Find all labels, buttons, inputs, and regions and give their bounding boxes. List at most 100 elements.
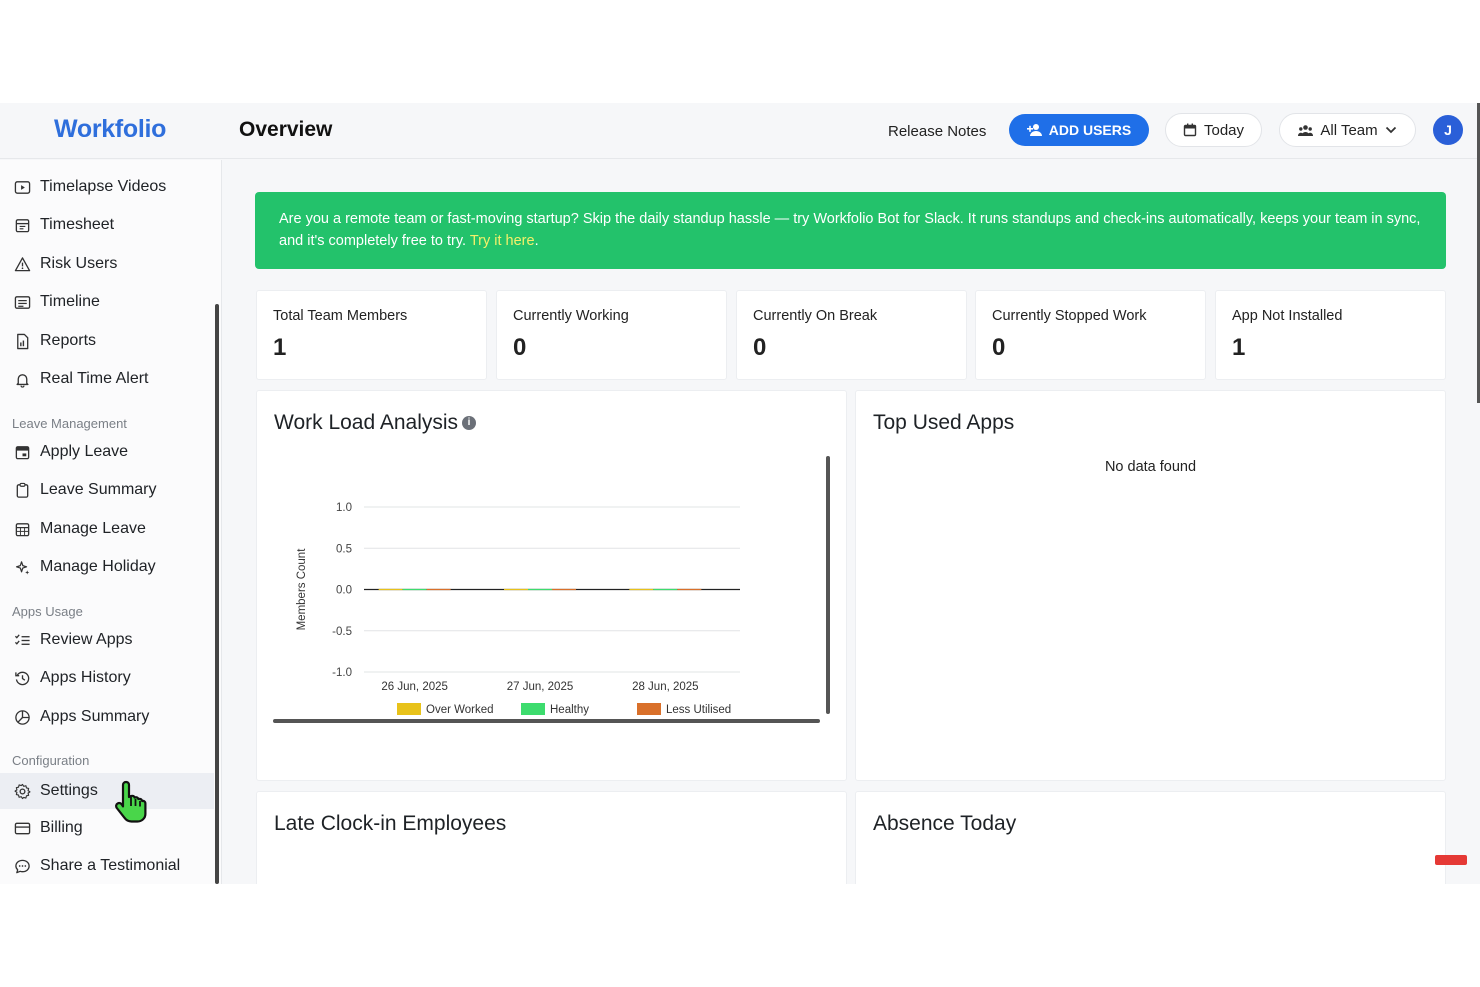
- card-icon: [12, 818, 32, 838]
- stat-card-currently-working: Currently Working 0: [496, 290, 727, 380]
- team-icon: [1298, 124, 1314, 136]
- x-tick-label: 28 Jun, 2025: [632, 681, 699, 693]
- history-icon: [12, 668, 32, 688]
- sidebar-item-risk-users[interactable]: Risk Users: [0, 247, 214, 281]
- sidebar-item-timesheet[interactable]: Timesheet: [0, 208, 214, 242]
- stat-card-on-break: Currently On Break 0: [736, 290, 967, 380]
- chart-bar: [402, 588, 427, 591]
- sidebar-item-label: Leave Summary: [40, 481, 157, 498]
- stat-value: 0: [753, 334, 767, 361]
- app-window: Workfolio Overview Release Notes ADD USE…: [0, 103, 1480, 884]
- chart-bar: [504, 588, 528, 591]
- sidebar-item-apps-history[interactable]: Apps History: [0, 661, 214, 695]
- warning-icon: [12, 254, 32, 274]
- sidebar-item-label: Review Apps: [40, 631, 133, 648]
- stat-value: 1: [1232, 334, 1246, 361]
- y-tick-label: -1.0: [332, 667, 352, 679]
- main-content: Are you a remote team or fast-moving sta…: [223, 160, 1480, 884]
- play-icon: [12, 177, 32, 197]
- stat-label: App Not Installed: [1232, 308, 1343, 324]
- stat-value: 1: [273, 334, 287, 361]
- sidebar-item-label: Settings: [40, 782, 98, 799]
- sidebar-item-review-apps[interactable]: Review Apps: [0, 623, 214, 657]
- banner-text: Are you a remote team or fast-moving sta…: [279, 211, 1421, 249]
- chart-h-scrollbar: [273, 719, 820, 723]
- team-filter-label: All Team: [1320, 121, 1378, 139]
- y-tick-label: -0.5: [332, 626, 352, 638]
- stat-label: Currently Stopped Work: [992, 308, 1147, 324]
- sidebar-item-leave-summary[interactable]: Leave Summary: [0, 473, 214, 507]
- sidebar-item-label: Risk Users: [40, 255, 118, 272]
- chart-bar: [653, 588, 678, 591]
- x-tick-label: 27 Jun, 2025: [507, 681, 574, 693]
- section-configuration: Configuration: [12, 753, 90, 768]
- slack-promo-banner: Are you a remote team or fast-moving sta…: [255, 192, 1446, 269]
- banner-end: .: [534, 233, 539, 249]
- legend-label: Less Utilised: [666, 704, 731, 716]
- y-tick-label: 0.0: [336, 585, 352, 597]
- today-filter-button[interactable]: Today: [1165, 113, 1262, 147]
- sidebar-item-label: Reports: [40, 332, 97, 349]
- top-used-apps-card: Top Used Apps No data found: [855, 390, 1446, 781]
- legend-swatch: [397, 703, 421, 715]
- sidebar-item-label: Apply Leave: [40, 443, 129, 460]
- sidebar: Timelapse Videos Timesheet Risk Users Ti…: [0, 160, 222, 884]
- stat-label: Total Team Members: [273, 308, 408, 324]
- absence-today-title: Absence Today: [873, 812, 1017, 835]
- absence-today-card: Absence Today: [855, 791, 1446, 884]
- sidebar-item-apply-leave[interactable]: Apply Leave: [0, 435, 214, 469]
- calendar-icon: [1183, 123, 1197, 137]
- legend-label: Healthy: [550, 704, 589, 716]
- sidebar-item-billing[interactable]: Billing: [0, 811, 214, 845]
- chevron-down-icon: [1385, 126, 1396, 134]
- no-data-message: No data found: [1104, 459, 1197, 475]
- banner-try-link[interactable]: Try it here: [470, 233, 535, 249]
- y-axis-label: Members Count: [296, 548, 308, 631]
- sidebar-item-label: Billing: [40, 819, 83, 836]
- sidebar-item-reports[interactable]: Reports: [0, 324, 214, 358]
- page-title: Overview: [239, 118, 333, 141]
- sidebar-item-label: Manage Holiday: [40, 558, 156, 575]
- sidebar-item-settings[interactable]: Settings: [0, 773, 214, 809]
- stat-card-total-members: Total Team Members 1: [256, 290, 487, 380]
- sidebar-item-share-testimonial[interactable]: Share a Testimonial: [0, 849, 214, 883]
- add-user-icon: [1026, 124, 1042, 136]
- chart-bar: [677, 588, 702, 591]
- timeline-icon: [12, 292, 32, 312]
- top-apps-title: Top Used Apps: [873, 411, 1015, 434]
- stat-value: 0: [513, 334, 527, 361]
- y-tick-label: 1.0: [336, 502, 352, 514]
- team-filter-dropdown[interactable]: All Team: [1279, 113, 1416, 147]
- sidebar-item-manage-leave[interactable]: Manage Leave: [0, 512, 214, 546]
- today-label: Today: [1203, 121, 1245, 139]
- sidebar-item-label: Timelapse Videos: [40, 178, 167, 195]
- sidebar-scrollbar[interactable]: [215, 304, 219, 884]
- workload-chart: 1.0 0.5 0.0 -0.5 -1.0 26 Jun, 2025 27 Jun, 202…: [273, 456, 830, 723]
- chart-bar: [426, 588, 451, 591]
- chart-v-scrollbar: [826, 456, 830, 714]
- sidebar-item-timeline[interactable]: Timeline: [0, 285, 214, 319]
- add-users-label: ADD USERS: [1048, 122, 1132, 138]
- chart-bar: [552, 588, 576, 591]
- sidebar-item-timelapse-videos[interactable]: Timelapse Videos: [0, 170, 214, 204]
- sidebar-item-real-time-alert[interactable]: Real Time Alert: [0, 362, 214, 396]
- release-notes-link[interactable]: Release Notes: [888, 123, 986, 140]
- sidebar-item-label: Timesheet: [40, 216, 115, 233]
- gear-icon: [12, 781, 32, 801]
- add-users-button[interactable]: ADD USERS: [1009, 114, 1149, 146]
- stat-label: Currently Working: [513, 308, 629, 324]
- chart-bar: [528, 588, 552, 591]
- x-tick-label: 26 Jun, 2025: [381, 681, 448, 693]
- sidebar-item-manage-holiday[interactable]: Manage Holiday: [0, 550, 214, 584]
- workload-analysis-card: Work Load Analysis i 1.0 0.5 0.0 -0.5 -1.0 26 …: [256, 390, 847, 781]
- section-leave-management: Leave Management: [12, 416, 127, 431]
- app-logo[interactable]: Workfolio: [54, 115, 166, 144]
- user-avatar[interactable]: J: [1433, 115, 1463, 145]
- pie-icon: [12, 707, 32, 727]
- clipboard-icon: [12, 480, 32, 500]
- bell-icon: [12, 369, 32, 389]
- sidebar-item-apps-summary[interactable]: Apps Summary: [0, 700, 214, 734]
- calendar-grid-icon: [12, 519, 32, 539]
- sidebar-item-label: Apps History: [40, 669, 131, 686]
- sidebar-item-label: Manage Leave: [40, 520, 146, 537]
